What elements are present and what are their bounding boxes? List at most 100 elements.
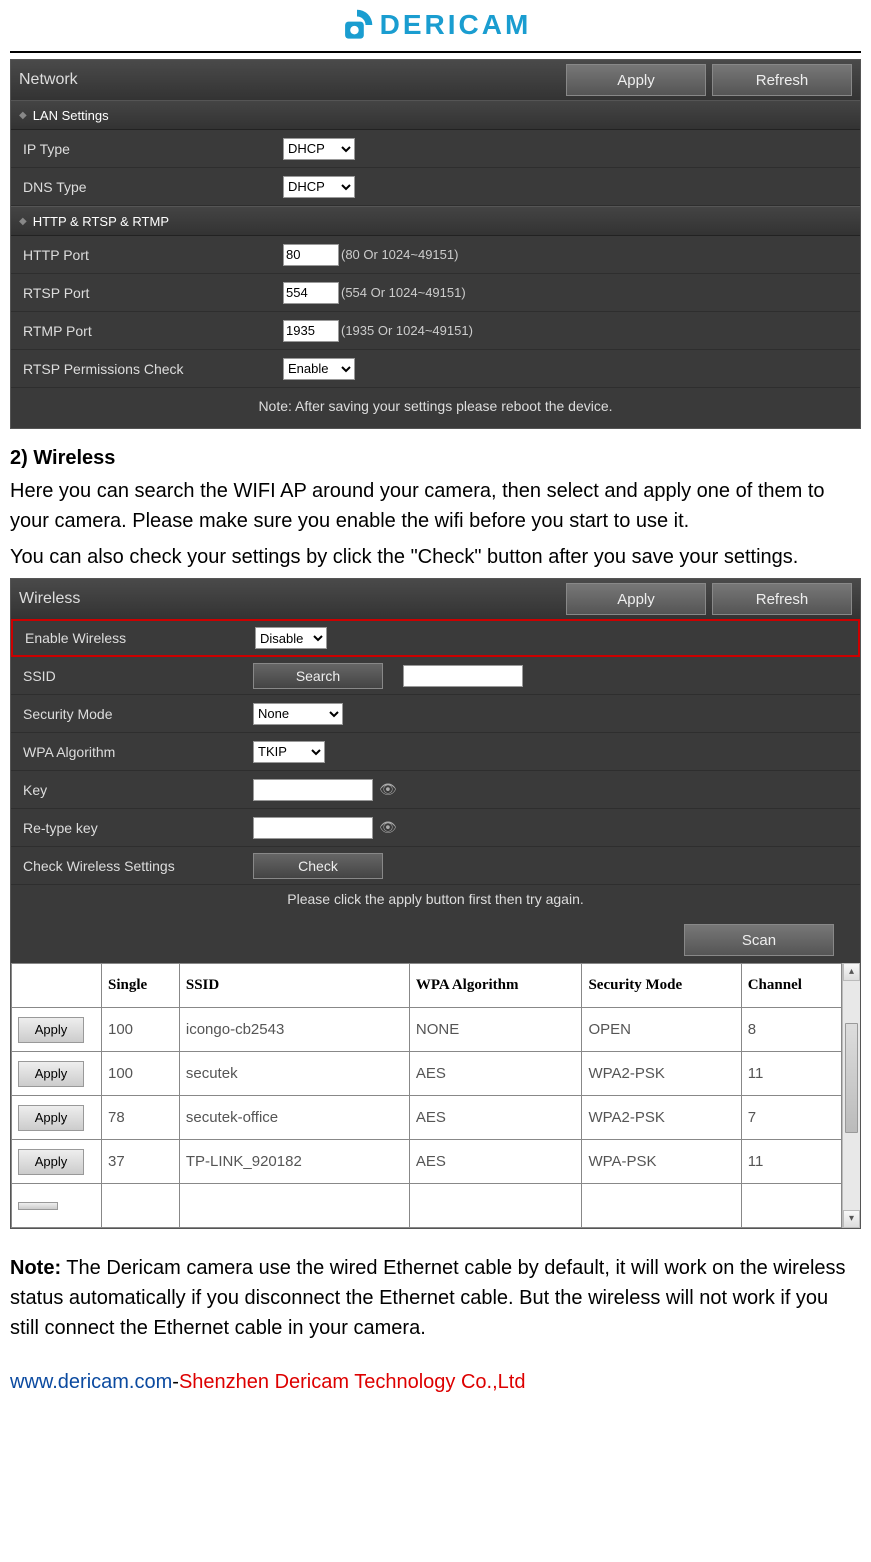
footer: www.dericam.com-Shenzhen Dericam Technol… — [10, 1371, 861, 1394]
diamond-icon: ◆ — [19, 216, 27, 227]
cell-wpa: NONE — [409, 1008, 582, 1052]
table-row: Apply 37 TP-LINK_920182 AES WPA-PSK 11 — [12, 1140, 842, 1184]
cell-wpa: AES — [409, 1052, 582, 1096]
reboot-note: Note: After saving your settings please … — [11, 388, 860, 428]
apply-row-button-partial[interactable] — [18, 1202, 58, 1210]
scroll-down-icon[interactable]: ▾ — [843, 1210, 860, 1228]
cell-chan: 7 — [741, 1096, 841, 1140]
enable-wireless-label: Enable Wireless — [25, 630, 255, 646]
footer-company: Shenzhen Dericam Technology Co.,Ltd — [179, 1371, 526, 1393]
rtsp-port-label: RTSP Port — [23, 285, 283, 301]
scroll-thumb[interactable] — [845, 1023, 858, 1133]
check-button[interactable]: Check — [253, 853, 383, 879]
http-port-hint: (80 Or 1024~49151) — [341, 247, 458, 262]
ssid-row: SSID Search — [11, 657, 860, 695]
ip-type-label: IP Type — [23, 141, 283, 157]
ip-type-row: IP Type DHCP — [11, 130, 860, 168]
diamond-icon: ◆ — [19, 110, 27, 121]
rtsp-port-hint: (554 Or 1024~49151) — [341, 285, 466, 300]
camera-icon — [340, 8, 374, 42]
panel-title: Network — [19, 71, 560, 89]
http-port-row: HTTP Port (80 Or 1024~49151) — [11, 236, 860, 274]
rtsp-port-input[interactable] — [283, 282, 339, 304]
rtmp-port-input[interactable] — [283, 320, 339, 342]
cell-chan: 11 — [741, 1052, 841, 1096]
dns-type-label: DNS Type — [23, 179, 283, 195]
cell-single: 100 — [102, 1008, 180, 1052]
col-wpa: WPA Algorithm — [409, 964, 582, 1008]
ports-header[interactable]: ◆HTTP & RTSP & RTMP — [11, 206, 860, 236]
scroll-up-icon[interactable]: ▴ — [843, 963, 860, 981]
cell-ssid: TP-LINK_920182 — [179, 1140, 409, 1184]
col-ssid: SSID — [179, 964, 409, 1008]
ip-type-select[interactable]: DHCP — [283, 138, 355, 160]
apply-row-button[interactable]: Apply — [18, 1105, 84, 1131]
network-panel: Network Apply Refresh ◆LAN Settings IP T… — [10, 59, 861, 429]
eye-icon[interactable]: 👁 — [379, 781, 397, 798]
search-button[interactable]: Search — [253, 663, 383, 689]
dns-type-select[interactable]: DHCP — [283, 176, 355, 198]
cell-wpa: AES — [409, 1096, 582, 1140]
enable-wireless-select[interactable]: Disable — [255, 627, 327, 649]
apply-row-button[interactable]: Apply — [18, 1017, 84, 1043]
key-row: Key 👁 — [11, 771, 860, 809]
http-port-input[interactable] — [283, 244, 339, 266]
wifi-table-wrap: Single SSID WPA Algorithm Security Mode … — [11, 963, 860, 1228]
apply-row-button[interactable]: Apply — [18, 1061, 84, 1087]
wpa-algorithm-row: WPA Algorithm TKIP — [11, 733, 860, 771]
wireless-panel: Wireless Apply Refresh Enable Wireless D… — [10, 578, 861, 1229]
cell-single: 100 — [102, 1052, 180, 1096]
rtsp-perm-row: RTSP Permissions Check Enable — [11, 350, 860, 388]
note-paragraph: Note: The Dericam camera use the wired E… — [10, 1253, 861, 1343]
security-mode-row: Security Mode None — [11, 695, 860, 733]
panel-header: Network Apply Refresh — [11, 60, 860, 100]
cell-sec: WPA2-PSK — [582, 1096, 741, 1140]
brand-logo: DERICAM — [340, 8, 532, 42]
cell-sec: WPA-PSK — [582, 1140, 741, 1184]
cell-single: 78 — [102, 1096, 180, 1140]
scan-bar: Scan — [11, 917, 860, 963]
security-mode-select[interactable]: None — [253, 703, 343, 725]
footer-link[interactable]: www.dericam.com — [10, 1371, 172, 1393]
table-row: Apply 78 secutek-office AES WPA2-PSK 7 — [12, 1096, 842, 1140]
lan-settings-header[interactable]: ◆LAN Settings — [11, 100, 860, 130]
eye-icon[interactable]: 👁 — [379, 819, 397, 836]
wireless-heading: 2) Wireless — [10, 447, 861, 470]
apply-row-button[interactable]: Apply — [18, 1149, 84, 1175]
dns-type-row: DNS Type DHCP — [11, 168, 860, 206]
table-row — [12, 1184, 842, 1228]
brand-text: DERICAM — [380, 9, 532, 41]
check-settings-row: Check Wireless Settings Check — [11, 847, 860, 885]
footer-sep: - — [172, 1371, 179, 1393]
cell-chan: 11 — [741, 1140, 841, 1184]
cell-ssid: icongo-cb2543 — [179, 1008, 409, 1052]
cell-sec: WPA2-PSK — [582, 1052, 741, 1096]
apply-button[interactable]: Apply — [566, 64, 706, 96]
logo-bar: DERICAM — [10, 0, 861, 53]
refresh-button[interactable]: Refresh — [712, 583, 852, 615]
table-row: Apply 100 secutek AES WPA2-PSK 11 — [12, 1052, 842, 1096]
retype-key-row: Re-type key 👁 — [11, 809, 860, 847]
apply-first-msg: Please click the apply button first then… — [11, 885, 860, 917]
refresh-button[interactable]: Refresh — [712, 64, 852, 96]
ssid-label: SSID — [23, 668, 253, 684]
rtmp-port-label: RTMP Port — [23, 323, 283, 339]
rtsp-port-row: RTSP Port (554 Or 1024~49151) — [11, 274, 860, 312]
rtmp-port-hint: (1935 Or 1024~49151) — [341, 323, 473, 338]
retype-key-input[interactable] — [253, 817, 373, 839]
security-mode-label: Security Mode — [23, 706, 253, 722]
ssid-input[interactable] — [403, 665, 523, 687]
scan-button[interactable]: Scan — [684, 924, 834, 956]
wpa-algorithm-select[interactable]: TKIP — [253, 741, 325, 763]
table-row: Apply 100 icongo-cb2543 NONE OPEN 8 — [12, 1008, 842, 1052]
scrollbar[interactable]: ▴ ▾ — [842, 963, 860, 1228]
apply-button[interactable]: Apply — [566, 583, 706, 615]
wifi-table: Single SSID WPA Algorithm Security Mode … — [11, 963, 842, 1228]
note-text: The Dericam camera use the wired Etherne… — [10, 1257, 846, 1339]
col-single: Single — [102, 964, 180, 1008]
rtsp-perm-select[interactable]: Enable — [283, 358, 355, 380]
note-bold: Note: — [10, 1257, 61, 1279]
rtsp-perm-label: RTSP Permissions Check — [23, 361, 283, 377]
key-input[interactable] — [253, 779, 373, 801]
cell-chan: 8 — [741, 1008, 841, 1052]
